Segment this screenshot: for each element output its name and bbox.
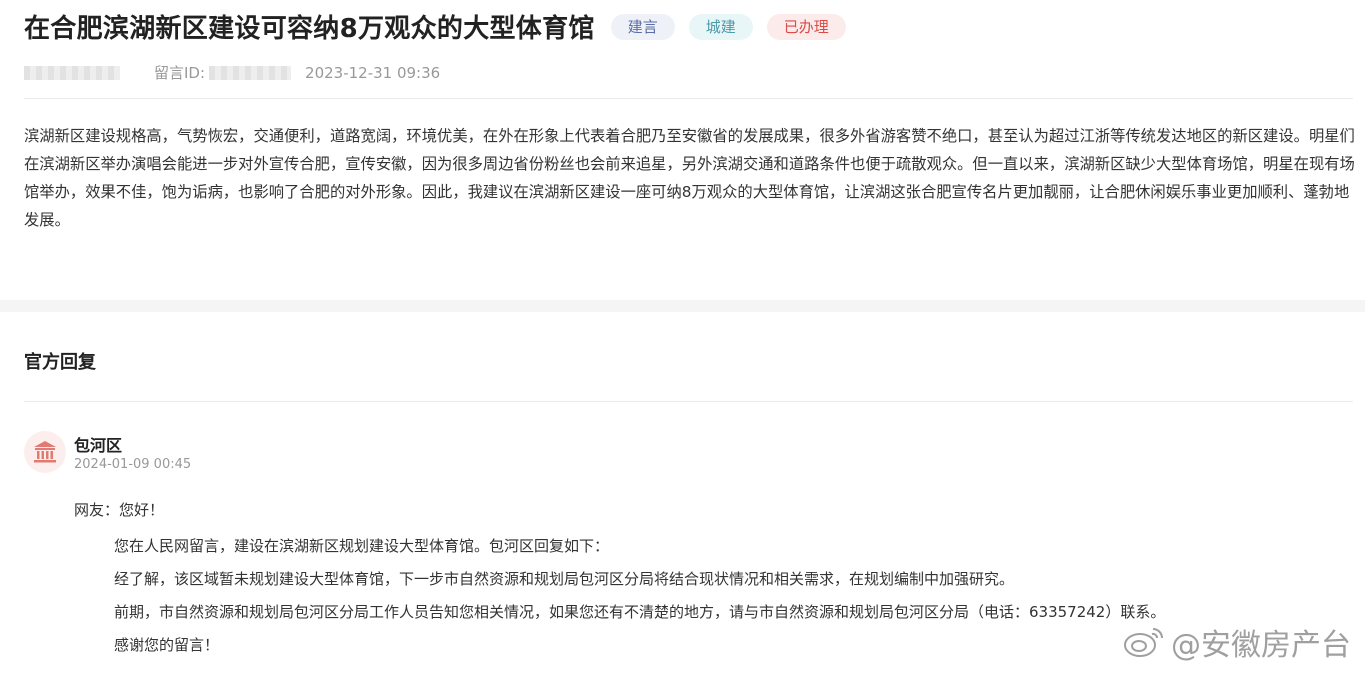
- watermark-text: @安徽房产台: [1171, 628, 1351, 663]
- reply-paragraph: 前期，市自然资源和规划局包河区分局工作人员告知您相关情况，如果您还有不清楚的地方…: [114, 603, 1166, 621]
- reply-paragraph: 经了解，该区域暂未规划建设大型体育馆，下一步市自然资源和规划局包河区分局将结合现…: [114, 570, 1015, 588]
- message-meta: 留言ID: 2023-12-31 09:36: [24, 62, 440, 83]
- reply-paragraph: 感谢您的留言！: [114, 636, 220, 654]
- divider: [24, 401, 1353, 402]
- reply-date: 2024-01-09 00:45: [74, 457, 192, 472]
- message-body: 滨湖新区建设规格高，气势恢宏，交通便利，道路宽阔，环境优美，在外在形象上代表着合…: [24, 127, 1355, 229]
- author-name-redacted: [24, 65, 120, 80]
- message-date: 2023-12-31 09:36: [305, 63, 441, 82]
- message-header: 在合肥滨湖新区建设可容纳8万观众的大型体育馆 建言 城建 已办理: [24, 8, 846, 45]
- section-separator: [0, 300, 1365, 312]
- tag-field[interactable]: 城建: [688, 13, 753, 40]
- page-title: 在合肥滨湖新区建设可容纳8万观众的大型体育馆: [24, 14, 595, 44]
- watermark: @安徽房产台: [1123, 620, 1351, 664]
- divider: [24, 98, 1353, 99]
- weibo-icon: [1124, 628, 1163, 657]
- tag-category[interactable]: 建言: [610, 13, 675, 40]
- reply-section-title: 官方回复: [24, 352, 96, 373]
- reply-org-name: 包河区: [74, 436, 123, 455]
- government-building-icon: [34, 441, 56, 463]
- status-badge: 已办理: [766, 13, 846, 40]
- reply-greeting: 网友：您好！: [74, 501, 165, 519]
- reply-paragraph: 您在人民网留言，建设在滨湖新区规划建设大型体育馆。包河区回复如下：: [114, 537, 610, 555]
- message-id-redacted: [209, 65, 292, 80]
- avatar: [24, 431, 66, 473]
- message-id-label: 留言ID:: [154, 64, 206, 82]
